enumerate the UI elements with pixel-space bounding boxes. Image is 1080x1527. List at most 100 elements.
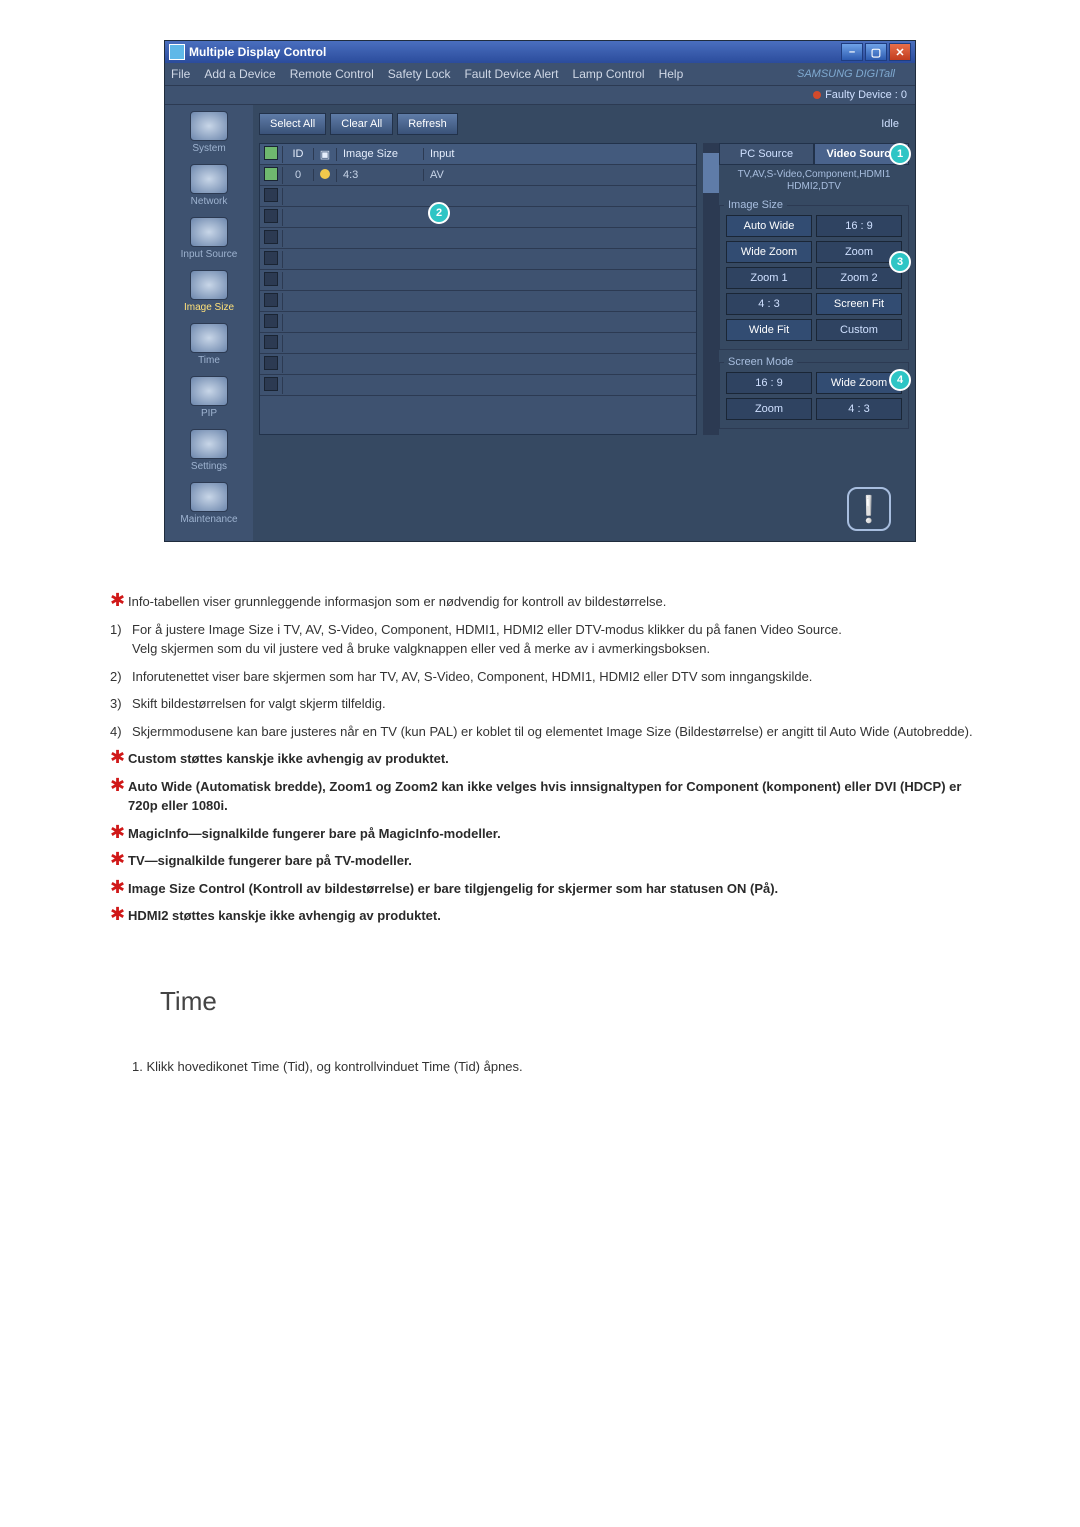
grid-header: ID ▣ Image Size Input xyxy=(260,144,696,165)
row-checkbox[interactable] xyxy=(264,209,278,223)
num-marker: 2) xyxy=(110,667,132,687)
num-marker xyxy=(110,1057,132,1077)
desc-text: For å justere Image Size i TV, AV, S-Vid… xyxy=(132,620,980,659)
num-marker: 3) xyxy=(110,694,132,714)
table-row[interactable] xyxy=(260,354,696,375)
num-marker: 1) xyxy=(110,620,132,659)
app-window: Multiple Display Control – ▢ ✕ File Add … xyxy=(164,40,916,542)
table-row[interactable] xyxy=(260,207,696,228)
select-all-button[interactable]: Select All xyxy=(259,113,326,135)
row-checkbox[interactable] xyxy=(264,230,278,244)
btn-custom[interactable]: Custom xyxy=(816,319,902,341)
col-status-icon: ▣ xyxy=(314,148,337,161)
table-row[interactable] xyxy=(260,333,696,354)
right-panel: PC Source Video Source TV,AV,S-Video,Com… xyxy=(719,143,909,435)
maximize-button[interactable]: ▢ xyxy=(865,43,887,61)
btn-zoom1[interactable]: Zoom 1 xyxy=(726,267,812,289)
star-icon: ✱ xyxy=(110,824,128,844)
menu-file[interactable]: File xyxy=(171,67,190,81)
sidebar-item-network[interactable]: Network xyxy=(165,164,253,207)
badge-4-icon: 4 xyxy=(889,369,911,391)
clear-all-button[interactable]: Clear All xyxy=(330,113,393,135)
time-icon xyxy=(190,323,228,353)
sidebar-item-system[interactable]: System xyxy=(165,111,253,154)
menu-help[interactable]: Help xyxy=(659,67,684,81)
star-icon: ✱ xyxy=(110,749,128,769)
desc-text: MagicInfo—signalkilde fungerer bare på M… xyxy=(128,824,980,844)
sidebar-item-time[interactable]: Time xyxy=(165,323,253,366)
row-checkbox[interactable] xyxy=(264,272,278,286)
description-block: ✱Info-tabellen viser grunnleggende infor… xyxy=(110,592,980,926)
btn-wide-zoom[interactable]: Wide Zoom xyxy=(726,241,812,263)
desc-text: Image Size Control (Kontroll av bildestø… xyxy=(128,879,980,899)
table-row[interactable] xyxy=(260,291,696,312)
star-icon: ✱ xyxy=(110,851,128,871)
star-icon: ✱ xyxy=(110,906,128,926)
content-pane: Select All Clear All Refresh Idle ID ▣ I… xyxy=(253,105,915,541)
btn-sm-16-9[interactable]: 16 : 9 xyxy=(726,372,812,394)
image-size-group: Image Size Auto Wide16 : 9 Wide ZoomZoom… xyxy=(719,199,909,350)
table-row[interactable] xyxy=(260,228,696,249)
row-checkbox[interactable] xyxy=(264,167,278,181)
maintenance-icon xyxy=(190,482,228,512)
star-icon: ✱ xyxy=(110,592,128,612)
btn-sm-4-3[interactable]: 4 : 3 xyxy=(816,398,902,420)
desc-text: Skjermmodusene kan bare justeres når en … xyxy=(132,722,980,742)
btn-16-9[interactable]: 16 : 9 xyxy=(816,215,902,237)
table-row[interactable] xyxy=(260,270,696,291)
sidebar-item-settings[interactable]: Settings xyxy=(165,429,253,472)
screen-mode-group: Screen Mode 16 : 9Wide Zoom Zoom4 : 3 xyxy=(719,356,909,429)
table-row[interactable] xyxy=(260,186,696,207)
close-button[interactable]: ✕ xyxy=(889,43,911,61)
refresh-button[interactable]: Refresh xyxy=(397,113,458,135)
image-size-legend: Image Size xyxy=(724,199,787,211)
desc-text: Auto Wide (Automatisk bredde), Zoom1 og … xyxy=(128,777,980,816)
table-row[interactable] xyxy=(260,375,696,396)
menu-fault-alert[interactable]: Fault Device Alert xyxy=(464,67,558,81)
row-checkbox[interactable] xyxy=(264,335,278,349)
menu-safety-lock[interactable]: Safety Lock xyxy=(388,67,451,81)
btn-screen-fit[interactable]: Screen Fit xyxy=(816,293,902,315)
sidebar-item-image-size[interactable]: Image Size xyxy=(165,270,253,313)
table-row[interactable] xyxy=(260,249,696,270)
fault-dot-icon xyxy=(813,91,821,99)
badge-3-icon: 3 xyxy=(889,251,911,273)
menu-remote-control[interactable]: Remote Control xyxy=(290,67,374,81)
col-input: Input xyxy=(424,148,696,160)
row-checkbox[interactable] xyxy=(264,251,278,265)
desc-text: Info-tabellen viser grunnleggende inform… xyxy=(128,592,980,612)
sidebar-item-maintenance[interactable]: Maintenance xyxy=(165,482,253,525)
table-row[interactable] xyxy=(260,312,696,333)
menu-add-device[interactable]: Add a Device xyxy=(204,67,275,81)
desc-text: TV—signalkilde fungerer bare på TV-model… xyxy=(128,851,980,871)
sidebar-item-input-source[interactable]: Input Source xyxy=(165,217,253,260)
row-checkbox[interactable] xyxy=(264,314,278,328)
row-checkbox[interactable] xyxy=(264,377,278,391)
btn-sm-zoom[interactable]: Zoom xyxy=(726,398,812,420)
desc-text: HDMI2 støttes kanskje ikke avhengig av p… xyxy=(128,906,980,926)
table-row[interactable]: 0 4:3 AV xyxy=(260,165,696,186)
section-heading: Time xyxy=(160,986,1080,1017)
sidebar-item-pip[interactable]: PIP xyxy=(165,376,253,419)
pip-icon xyxy=(190,376,228,406)
grid-scrollbar[interactable] xyxy=(703,143,719,435)
system-icon xyxy=(190,111,228,141)
image-size-icon xyxy=(190,270,228,300)
header-checkbox[interactable] xyxy=(264,146,278,160)
btn-auto-wide[interactable]: Auto Wide xyxy=(726,215,812,237)
minimize-button[interactable]: – xyxy=(841,43,863,61)
btn-zoom2[interactable]: Zoom 2 xyxy=(816,267,902,289)
btn-4-3[interactable]: 4 : 3 xyxy=(726,293,812,315)
row-checkbox[interactable] xyxy=(264,356,278,370)
btn-wide-fit[interactable]: Wide Fit xyxy=(726,319,812,341)
row-checkbox[interactable] xyxy=(264,293,278,307)
app-title: Multiple Display Control xyxy=(189,45,326,59)
row-checkbox[interactable] xyxy=(264,188,278,202)
menu-lamp-control[interactable]: Lamp Control xyxy=(573,67,645,81)
desc-text: Skift bildestørrelsen for valgt skjerm t… xyxy=(132,694,980,714)
status-strip: Faulty Device : 0 xyxy=(165,86,915,105)
tab-pc-source[interactable]: PC Source xyxy=(719,143,814,165)
device-grid: ID ▣ Image Size Input 0 4:3 AV xyxy=(259,143,697,435)
source-tabs: PC Source Video Source xyxy=(719,143,909,165)
desc-text: Inforutenettet viser bare skjermen som h… xyxy=(132,667,980,687)
